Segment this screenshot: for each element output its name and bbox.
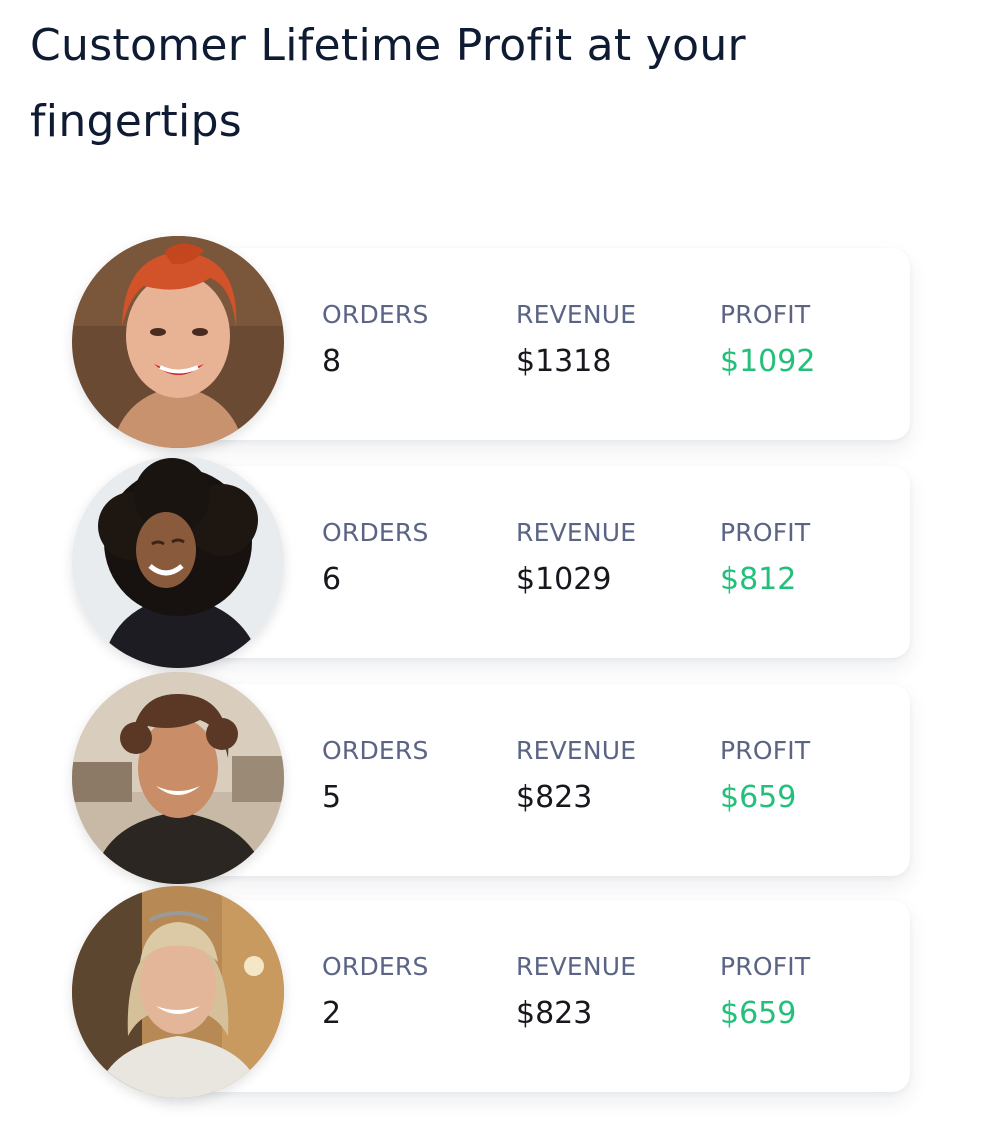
profit-label: PROFIT xyxy=(720,952,811,981)
customer-list: ORDERS 8 REVENUE $1318 PROFIT $1092 ORDE… xyxy=(0,0,1000,1128)
orders-value: 8 xyxy=(322,344,342,379)
revenue-value: $1318 xyxy=(516,344,612,379)
orders-stat: ORDERS 5 xyxy=(322,734,429,818)
customer-photo-curly-hair xyxy=(72,456,284,668)
revenue-stat: REVENUE $1318 xyxy=(516,298,636,382)
customer-avatar xyxy=(72,236,284,448)
revenue-stat: REVENUE $823 xyxy=(516,734,636,818)
profit-value: $812 xyxy=(720,562,797,597)
profit-value: $659 xyxy=(720,996,797,1031)
revenue-value: $823 xyxy=(516,996,593,1031)
profit-label: PROFIT xyxy=(720,518,811,547)
customer-photo-blonde-woman xyxy=(72,886,284,1098)
profit-value: $1092 xyxy=(720,344,816,379)
profit-label: PROFIT xyxy=(720,300,811,329)
profit-value: $659 xyxy=(720,780,797,815)
profit-stat: PROFIT $659 xyxy=(720,734,810,818)
customer-avatar xyxy=(72,886,284,1098)
revenue-value: $823 xyxy=(516,780,593,815)
orders-label: ORDERS xyxy=(322,736,429,765)
orders-stat: ORDERS 6 xyxy=(322,516,429,600)
profit-stat: PROFIT $812 xyxy=(720,516,810,600)
customer-photo-red-hair xyxy=(72,236,284,448)
profit-stat: PROFIT $659 xyxy=(720,950,810,1034)
orders-label: ORDERS xyxy=(322,952,429,981)
orders-label: ORDERS xyxy=(322,518,429,547)
revenue-label: REVENUE xyxy=(516,518,637,547)
orders-value: 6 xyxy=(322,562,342,597)
customer-avatar xyxy=(72,456,284,668)
orders-stat: ORDERS 2 xyxy=(322,950,429,1034)
revenue-label: REVENUE xyxy=(516,300,637,329)
orders-label: ORDERS xyxy=(322,300,429,329)
customer-avatar xyxy=(72,672,284,884)
profit-stat: PROFIT $1092 xyxy=(720,298,815,382)
revenue-label: REVENUE xyxy=(516,952,637,981)
revenue-stat: REVENUE $1029 xyxy=(516,516,636,600)
revenue-stat: REVENUE $823 xyxy=(516,950,636,1034)
revenue-value: $1029 xyxy=(516,562,612,597)
customer-photo-smiling-man xyxy=(72,672,284,884)
orders-stat: ORDERS 8 xyxy=(322,298,429,382)
revenue-label: REVENUE xyxy=(516,736,637,765)
orders-value: 2 xyxy=(322,996,342,1031)
profit-label: PROFIT xyxy=(720,736,811,765)
orders-value: 5 xyxy=(322,780,342,815)
